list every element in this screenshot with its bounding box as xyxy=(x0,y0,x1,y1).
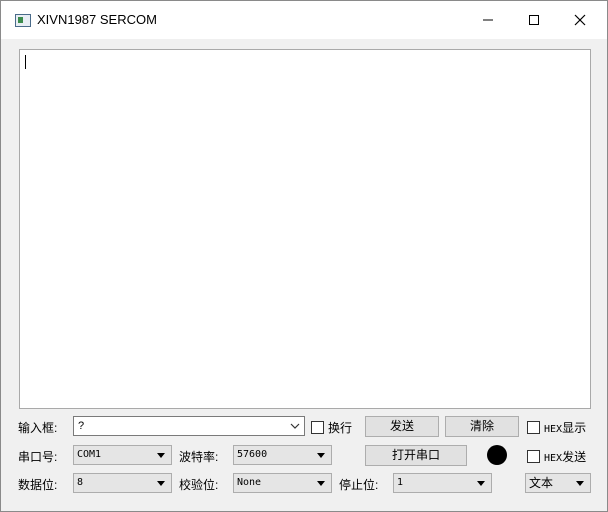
baud-select[interactable]: 57600 xyxy=(233,445,332,465)
app-icon xyxy=(15,14,31,27)
parity-label: 校验位: xyxy=(179,478,219,492)
hex-display-suffix: 显示 xyxy=(562,421,587,435)
port-select-value: COM1 xyxy=(77,449,102,460)
input-value: ? xyxy=(78,420,85,432)
dropdown-arrow-icon xyxy=(317,453,325,458)
clear-button[interactable]: 清除 xyxy=(445,416,519,437)
chevron-down-icon[interactable] xyxy=(290,419,300,437)
stopbits-label: 停止位: xyxy=(339,478,379,492)
newline-checkbox-box[interactable] xyxy=(311,421,324,434)
window-title: XIVN1987 SERCOM xyxy=(37,12,157,27)
parity-select-value: None xyxy=(237,477,262,488)
dropdown-arrow-icon xyxy=(576,481,584,486)
text-caret xyxy=(25,55,26,69)
maximize-button[interactable] xyxy=(511,1,557,39)
stopbits-select[interactable]: 1 xyxy=(393,473,492,493)
title-bar[interactable]: XIVN1987 SERCOM xyxy=(1,1,607,39)
close-icon xyxy=(574,14,586,26)
hex-display-checkbox-box[interactable] xyxy=(527,421,540,434)
minimize-button[interactable] xyxy=(465,1,511,39)
newline-checkbox-label: 换行 xyxy=(328,421,353,435)
dropdown-arrow-icon xyxy=(477,481,485,486)
input-combo[interactable]: ? xyxy=(73,416,305,436)
stopbits-select-value: 1 xyxy=(397,477,404,488)
minimize-icon xyxy=(483,19,493,21)
port-select[interactable]: COM1 xyxy=(73,445,172,465)
databits-select-value: 8 xyxy=(77,477,84,488)
display-mode-value: 文本 xyxy=(529,476,554,490)
dropdown-arrow-icon xyxy=(157,453,165,458)
databits-select[interactable]: 8 xyxy=(73,473,172,493)
parity-select[interactable]: None xyxy=(233,473,332,493)
send-button[interactable]: 发送 xyxy=(365,416,439,437)
port-status-indicator xyxy=(487,445,507,465)
hex-send-prefix: HEX xyxy=(544,453,563,464)
dropdown-arrow-icon xyxy=(157,481,165,486)
receive-textarea[interactable] xyxy=(19,49,591,409)
hex-send-checkbox[interactable]: HEX发送 xyxy=(527,448,586,465)
baud-select-value: 57600 xyxy=(237,449,268,460)
port-label: 串口号: xyxy=(18,450,58,464)
hex-display-prefix: HEX xyxy=(544,424,563,435)
display-mode-select[interactable]: 文本 xyxy=(525,473,591,493)
maximize-icon xyxy=(529,15,539,25)
baud-label: 波特率: xyxy=(179,450,219,464)
hex-send-checkbox-box[interactable] xyxy=(527,450,540,463)
close-button[interactable] xyxy=(557,1,603,39)
dropdown-arrow-icon xyxy=(317,481,325,486)
input-label: 输入框: xyxy=(18,421,58,435)
app-window: XIVN1987 SERCOM 输入框: ? 换行 发送 清除 HEX显示 串口… xyxy=(0,0,608,512)
hex-display-checkbox[interactable]: HEX显示 xyxy=(527,419,586,436)
open-port-button[interactable]: 打开串口 xyxy=(365,445,467,466)
newline-checkbox[interactable]: 换行 xyxy=(311,419,352,436)
hex-send-suffix: 发送 xyxy=(562,450,587,464)
databits-label: 数据位: xyxy=(18,478,58,492)
